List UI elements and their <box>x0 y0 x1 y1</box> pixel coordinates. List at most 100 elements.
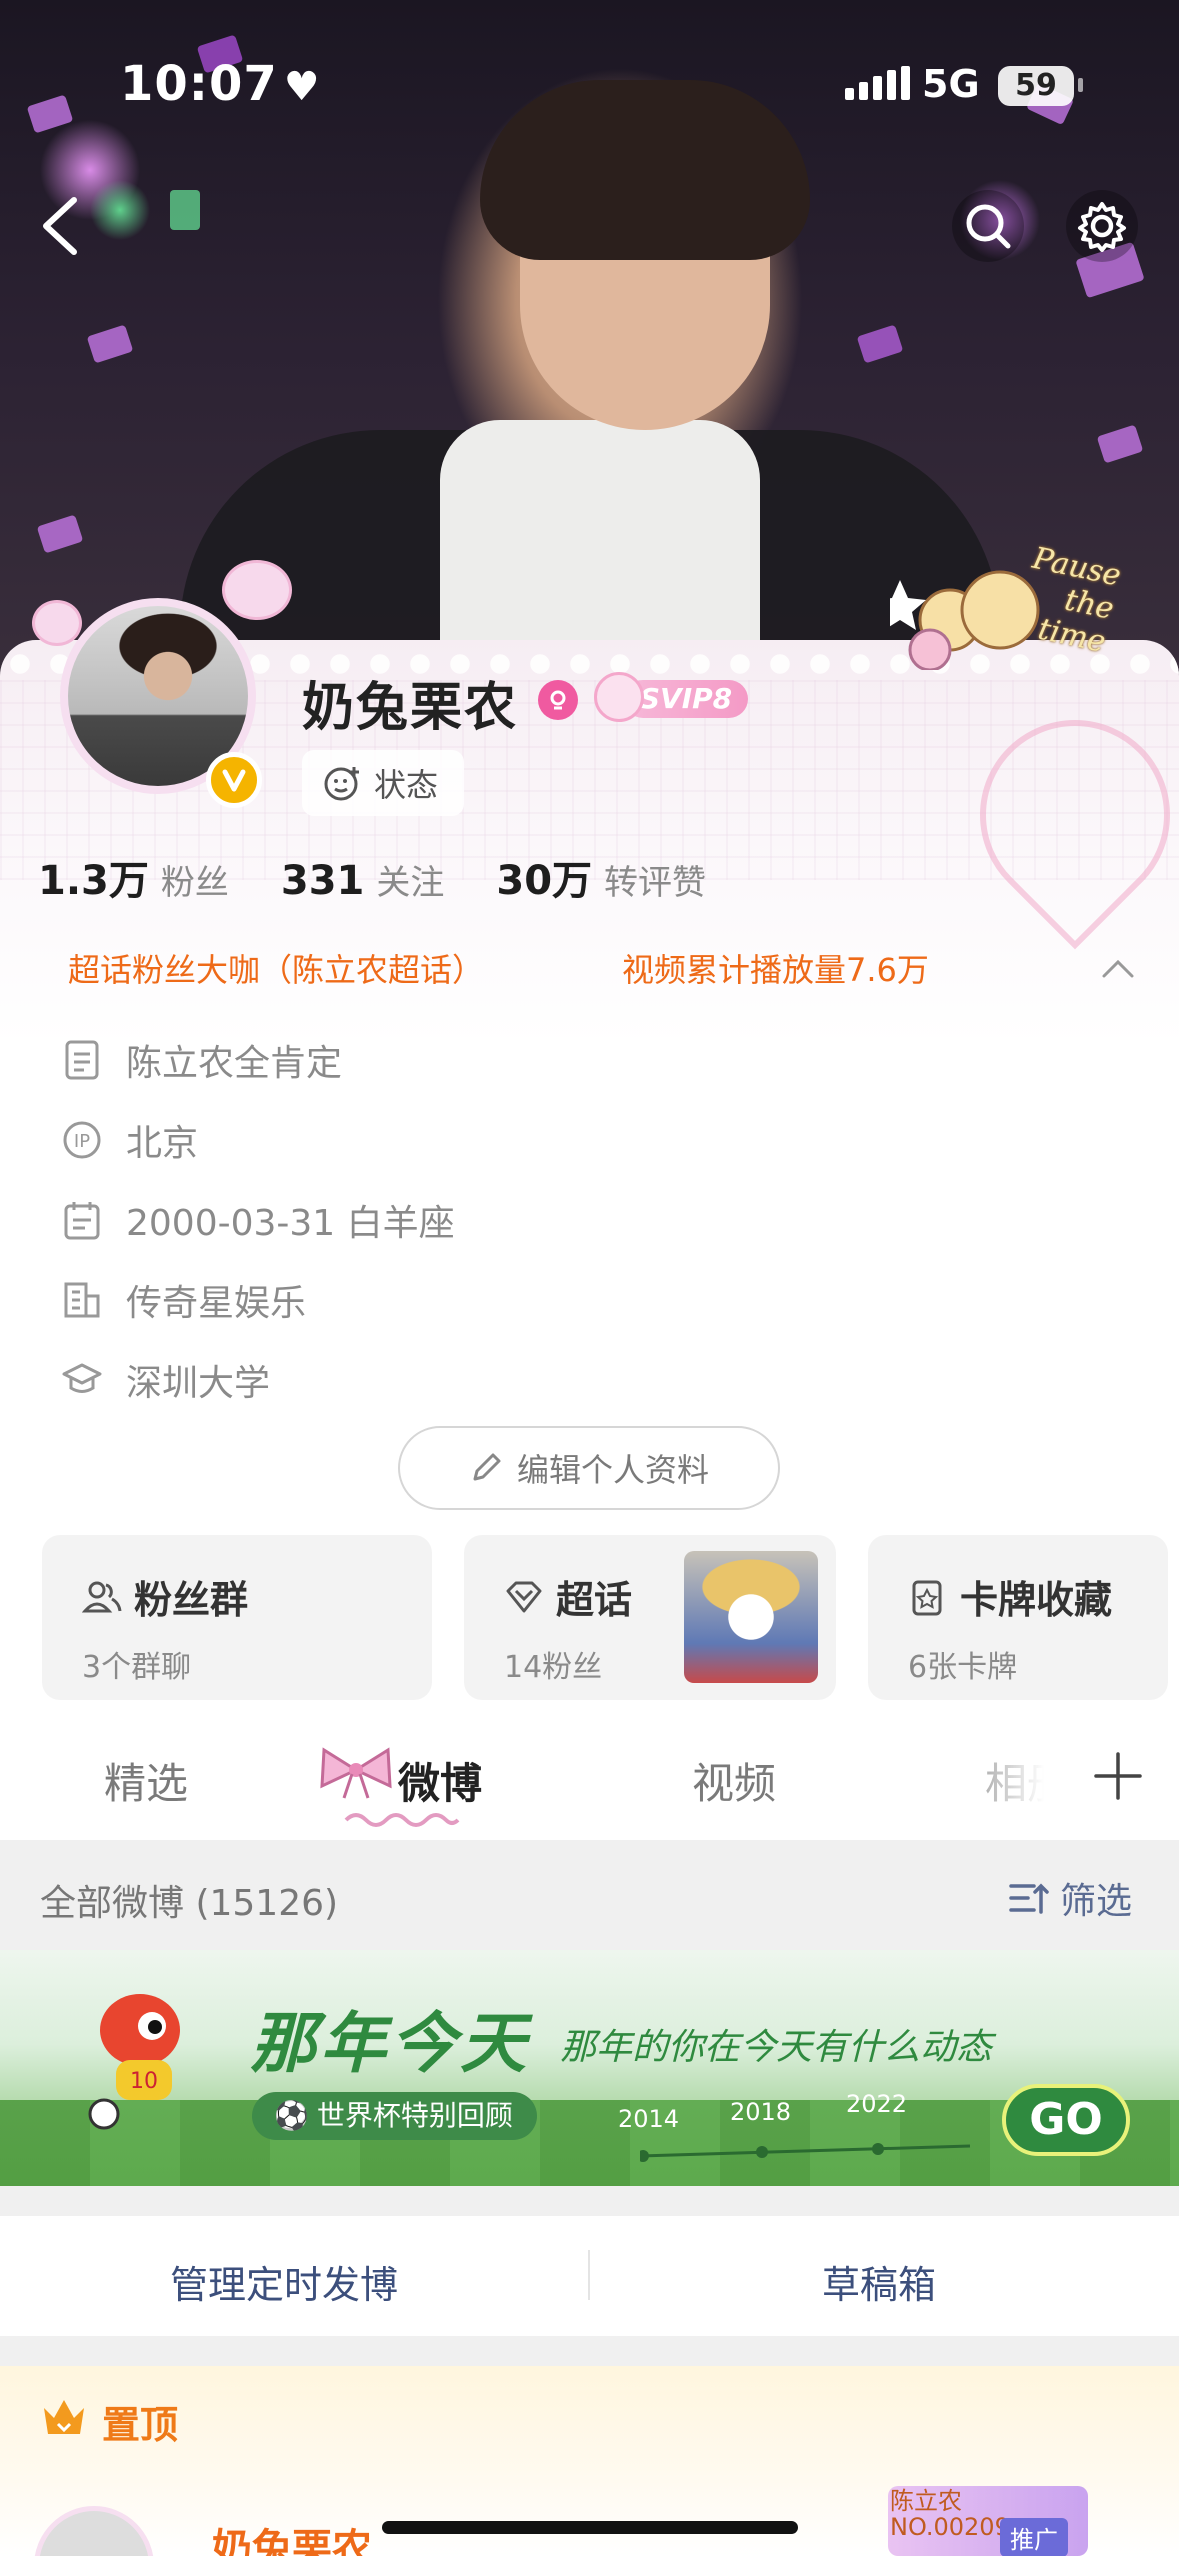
stat-value: 331 <box>280 858 365 904</box>
ip-icon: IP <box>60 1118 104 1162</box>
stat-value: 1.3万 <box>38 858 149 904</box>
document-icon <box>60 1038 104 1082</box>
promo-code: NO.00209 <box>890 2513 1010 2541</box>
info-text: 2000-03-31 白羊座 <box>126 1203 455 1244</box>
followers-stat[interactable]: 1.3万 粉丝 <box>38 848 229 906</box>
gear-icon <box>1078 202 1126 252</box>
graduation-cap-icon <box>60 1358 104 1402</box>
add-tab-button[interactable] <box>1090 1748 1146 1804</box>
collapse-button[interactable] <box>1100 950 1136 986</box>
supertopic-thumbnail <box>684 1551 818 1683</box>
tile-title: 超话 <box>556 1578 633 1622</box>
filter-label: 筛选 <box>1060 1881 1133 1922</box>
drafts-button[interactable]: 草稿箱 <box>822 2254 936 2309</box>
svg-text:IP: IP <box>74 1131 90 1152</box>
svg-text:10: 10 <box>130 2069 158 2094</box>
battery-nub <box>1078 78 1083 92</box>
back-button[interactable] <box>30 190 90 262</box>
tile-subtitle: 3个群聊 <box>82 1650 192 1685</box>
avatar-bow-decoration <box>222 560 292 620</box>
stat-label: 转评赞 <box>604 863 707 903</box>
likes-stat[interactable]: 30万 转评赞 <box>496 848 706 906</box>
timeline-line <box>640 2143 971 2162</box>
post-author[interactable]: 奶兔栗农 <box>212 2516 372 2556</box>
info-row-bio: 陈立农全肯定 <box>60 1020 455 1100</box>
all-posts-count: 全部微博 (15126) <box>40 1883 339 1924</box>
filter-button[interactable]: 筛选 <box>1008 1872 1132 1924</box>
confetti <box>36 514 84 554</box>
feed-filter-bar: 全部微博 (15126) 筛选 <box>0 1840 1179 1950</box>
users-icon <box>82 1581 122 1612</box>
fan-groups-tile[interactable]: 粉丝群 3个群聊 <box>42 1535 432 1700</box>
post-avatar[interactable] <box>34 2506 154 2556</box>
pill-text: 世界杯特别回顾 <box>316 2099 513 2132</box>
info-text: 深圳大学 <box>126 1363 271 1404</box>
status-bar: 10:07 ♥ 5G 59 <box>0 0 1179 150</box>
filter-sort-icon <box>1009 1883 1049 1914</box>
section-gap <box>0 2336 1179 2366</box>
verified-badge-icon <box>206 752 262 808</box>
chevron-left-icon <box>43 197 77 255</box>
home-indicator[interactable] <box>382 2521 798 2534</box>
smiley-plus-icon <box>324 767 359 801</box>
profile-stats: 1.3万 粉丝 331 关注 30万 转评赞 <box>38 848 706 906</box>
avatar-bow-decoration <box>32 600 82 646</box>
status-time: 10:07 ♥ <box>120 56 321 112</box>
info-text: 陈立农全肯定 <box>126 1043 343 1084</box>
tab-featured[interactable]: 精选 <box>104 1750 188 1811</box>
confetti <box>170 190 200 230</box>
tile-subtitle: 6张卡牌 <box>908 1650 1018 1685</box>
diamond-icon <box>506 1581 542 1612</box>
soccer-ball-icon: ⚽ <box>274 2099 309 2132</box>
active-tab-indicator <box>344 1813 460 1827</box>
year-label: 2018 <box>730 2098 792 2126</box>
weibo-mascot-icon: 10 <box>88 1994 180 2130</box>
stat-label: 粉丝 <box>160 863 229 903</box>
profile-name: 奶兔栗农 <box>302 678 519 738</box>
pencil-icon <box>473 1453 501 1481</box>
tile-title: 卡牌收藏 <box>960 1578 1113 1622</box>
edit-profile-button[interactable]: 编辑个人资料 <box>398 1426 780 1510</box>
supertopic-tile[interactable]: 超话 14粉丝 <box>464 1535 836 1700</box>
tab-fade-overlay <box>940 1740 1070 1820</box>
time-text: 10:07 <box>120 56 278 112</box>
info-text: 传奇星娱乐 <box>126 1283 307 1324</box>
settings-button[interactable] <box>1066 190 1138 262</box>
card-collection-tile[interactable]: 卡牌收藏 6张卡牌 <box>868 1535 1168 1700</box>
card-icon <box>912 1580 942 1615</box>
status-label: 状态 <box>374 766 439 804</box>
svip-badge[interactable]: SVIP8 <box>594 672 754 722</box>
info-text: 北京 <box>126 1123 199 1164</box>
tab-weibo[interactable]: 微博 <box>398 1750 482 1811</box>
promo-text: 陈立农 NO.00209 <box>890 2488 1010 2540</box>
chevron-up-icon <box>1102 959 1134 978</box>
svip-mascot-icon <box>594 672 644 722</box>
scheduled-posts-button[interactable]: 管理定时发博 <box>170 2254 398 2309</box>
tab-video[interactable]: 视频 <box>692 1750 776 1811</box>
go-button[interactable]: GO <box>1002 2084 1130 2156</box>
fan-badge-icon[interactable] <box>538 680 578 720</box>
stat-label: 关注 <box>376 863 445 903</box>
signal-icon <box>845 66 910 100</box>
status-button[interactable]: 状态 <box>302 750 465 816</box>
tile-title: 粉丝群 <box>134 1578 249 1622</box>
profile-page: 10:07 ♥ 5G 59 Pause the time 奶兔栗农 SVIP8 … <box>0 0 1179 2556</box>
heart-icon: ♥ <box>283 64 321 110</box>
supertopic-tag[interactable]: 超话粉丝大咖（陈立农超话） <box>68 945 484 991</box>
search-icon <box>966 204 1011 249</box>
banner-title: 那年今天 <box>250 2005 530 2082</box>
following-stat[interactable]: 331 关注 <box>281 855 445 904</box>
info-row-school: 深圳大学 <box>60 1340 455 1420</box>
confetti <box>86 324 134 364</box>
info-row-company: 传奇星娱乐 <box>60 1260 455 1340</box>
world-cup-pill: ⚽ 世界杯特别回顾 <box>252 2092 537 2140</box>
stat-value: 30万 <box>496 858 593 904</box>
year-label: 2022 <box>846 2090 908 2118</box>
year-label: 2014 <box>618 2105 680 2133</box>
banner-subtitle: 那年的你在今天有什么动态 <box>560 2027 993 2068</box>
video-plays-tag[interactable]: 视频累计播放量7.6万 <box>622 945 929 991</box>
profile-info-list: 陈立农全肯定 IP 北京 2000-03-31 白羊座 传奇星娱乐 深圳大学 <box>60 1020 455 1420</box>
crown-icon <box>44 2400 84 2434</box>
search-button[interactable] <box>952 190 1024 262</box>
section-gap <box>0 2186 1179 2216</box>
